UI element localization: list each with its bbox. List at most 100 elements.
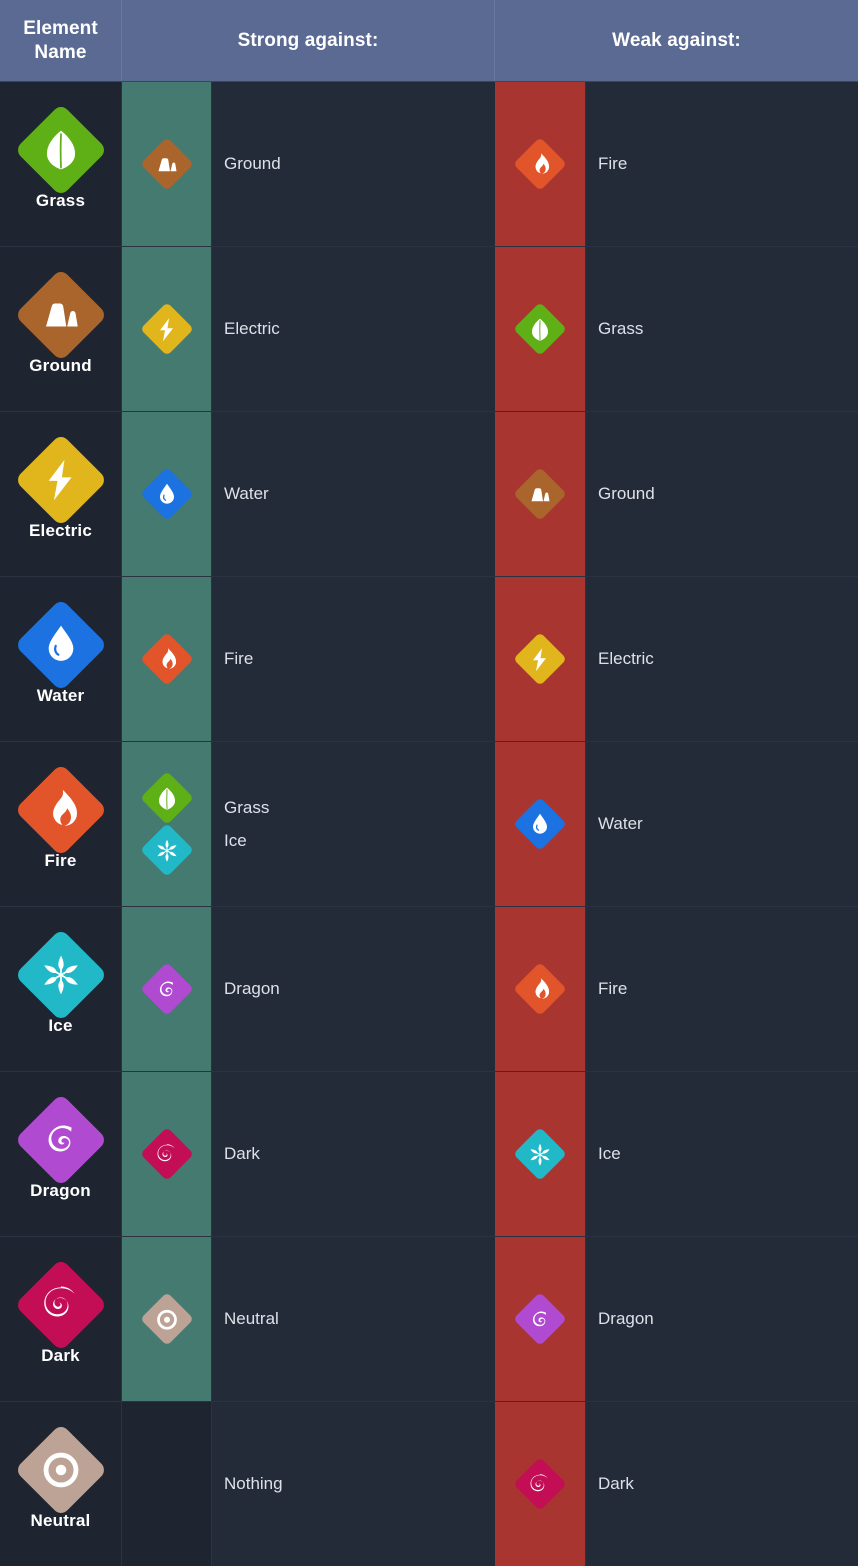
bolt-icon (48, 459, 72, 501)
element-name-label: Water (36, 686, 85, 705)
strong-against-label: Grass (224, 797, 270, 817)
element-badge-ice (139, 823, 194, 877)
element-name-cell-grass[interactable]: Grass (0, 82, 122, 246)
strong-against-label: Fire (224, 649, 254, 669)
element-name-cell-electric[interactable]: Electric (0, 412, 122, 576)
element-badge-neutral (13, 1423, 108, 1517)
droplet-icon (48, 625, 73, 661)
mountain-icon (158, 157, 176, 171)
strong-against-label: Electric (224, 319, 280, 339)
element-name-cell-dark[interactable]: Dark (0, 1237, 122, 1401)
strong-against-label: Ground (224, 154, 281, 174)
table-row: Dark Neutral Dragon (0, 1237, 858, 1402)
strong-against-labels-cell: Dark (211, 1072, 495, 1236)
element-badge-ground (513, 467, 567, 521)
weak-against-labels-cell: Dark (585, 1402, 858, 1566)
element-badge-ice (13, 928, 108, 1022)
strong-against-labels-cell: Electric (211, 247, 495, 411)
element-name-cell-neutral[interactable]: Neutral (0, 1402, 122, 1566)
element-badge-dragon (513, 1292, 567, 1346)
weak-against-label: Grass (598, 319, 644, 339)
strong-against-icons-cell (122, 1402, 211, 1566)
dragon-icon (532, 1310, 546, 1326)
flame-icon (52, 789, 77, 826)
target-icon (156, 1309, 177, 1329)
element-badge-grass (139, 771, 194, 825)
strong-against-labels-cell: Fire (211, 577, 495, 741)
element-matchup-table: Element Name Strong against: Weak agains… (0, 0, 858, 1566)
weak-against-label: Ice (598, 1144, 621, 1164)
header-weak-against: Weak against: (612, 29, 741, 51)
snowflake-icon (530, 1143, 550, 1165)
bolt-icon (533, 647, 546, 671)
strong-against-labels-cell: Ground (211, 82, 495, 246)
weak-against-labels-cell: Fire (585, 907, 858, 1071)
weak-against-labels-cell: Electric (585, 577, 858, 741)
element-badge-dragon (13, 1093, 108, 1187)
table-row: Ice Dragon Fire (0, 907, 858, 1072)
mountain-icon (531, 487, 550, 501)
weak-against-label: Fire (598, 154, 628, 174)
weak-against-labels-cell: Water (585, 742, 858, 906)
leaf-icon (158, 787, 175, 809)
droplet-icon (159, 483, 174, 503)
strong-against-icons-cell (122, 1072, 211, 1236)
element-badge-ground (13, 268, 108, 362)
element-name-label: Ice (48, 1016, 73, 1035)
element-name-cell-ground[interactable]: Ground (0, 247, 122, 411)
element-badge-neutral (139, 1292, 194, 1346)
element-badge-water (139, 467, 194, 521)
snowflake-icon (156, 839, 177, 861)
flame-icon (535, 152, 550, 173)
weak-against-icons-cell (495, 1402, 585, 1566)
weak-against-label: Dark (598, 1474, 634, 1494)
element-name-cell-dragon[interactable]: Dragon (0, 1072, 122, 1236)
element-name-label: Electric (28, 521, 93, 540)
weak-against-labels-cell: Fire (585, 82, 858, 246)
table-row: Ground Electric Grass (0, 247, 858, 412)
element-badge-dark (513, 1457, 567, 1511)
element-name-label: Ground (29, 356, 92, 375)
strong-against-label: Ice (224, 830, 247, 850)
element-name-label: Dark (41, 1346, 80, 1365)
element-badge-grass (513, 302, 567, 356)
dragon-icon (48, 1125, 72, 1152)
weak-against-label: Dragon (598, 1309, 654, 1329)
weak-against-icons-cell (495, 1072, 585, 1236)
element-name-cell-fire[interactable]: Fire (0, 742, 122, 906)
element-name-cell-ice[interactable]: Ice (0, 907, 122, 1071)
header-element-name-line1: Element (23, 17, 98, 39)
mountain-icon (45, 303, 78, 327)
strong-against-label: Neutral (224, 1309, 279, 1329)
weak-against-icons-cell (495, 577, 585, 741)
element-badge-fire (513, 962, 567, 1016)
strong-against-labels-cell: Dragon (211, 907, 495, 1071)
strong-against-icons-cell (122, 82, 211, 246)
weak-against-labels-cell: Ground (585, 412, 858, 576)
weak-against-icons-cell (495, 412, 585, 576)
header-element-name: Element Name (0, 0, 122, 81)
strong-against-label: Dark (224, 1144, 260, 1164)
element-badge-electric (13, 433, 108, 527)
spiral-icon (530, 1473, 548, 1491)
weak-against-icons-cell (495, 82, 585, 246)
droplet-icon (533, 813, 547, 833)
header-strong-against: Strong against: (122, 0, 495, 81)
leaf-icon (46, 130, 75, 170)
leaf-icon (532, 318, 548, 340)
weak-against-label: Fire (598, 979, 628, 999)
element-name-label: Fire (44, 851, 77, 870)
weak-against-label: Ground (598, 484, 655, 504)
snowflake-icon (43, 955, 78, 995)
strong-against-icons-cell (122, 577, 211, 741)
table-row: Fire Grass Ice Water (0, 742, 858, 907)
element-name-cell-water[interactable]: Water (0, 577, 122, 741)
strong-against-icons-cell (122, 1237, 211, 1401)
strong-against-labels-cell: Neutral (211, 1237, 495, 1401)
element-badge-ice (513, 1127, 567, 1181)
element-badge-fire (139, 632, 194, 686)
strong-against-labels-cell: Water (211, 412, 495, 576)
element-badge-fire (13, 763, 108, 857)
table-row: Dragon Dark Ice (0, 1072, 858, 1237)
weak-against-label: Water (598, 814, 643, 834)
